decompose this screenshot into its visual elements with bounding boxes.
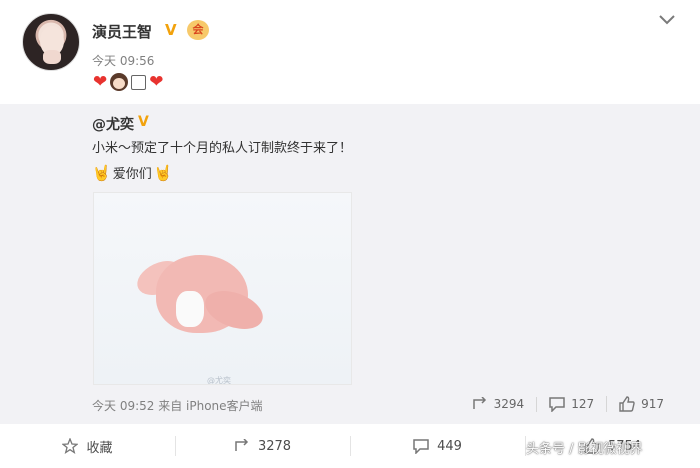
rock-hand-icon: 🤘 <box>153 163 173 182</box>
heart-icon: ❤ <box>149 72 164 92</box>
original-stats: 3294 127 917 <box>460 394 676 414</box>
repost-card: @尤奕 V 小米～预定了十个月的私人订制款终于来了！ 🤘 爱你们 🤘 @尤奕 今… <box>0 104 700 424</box>
repost-count: 3278 <box>257 438 292 454</box>
repost-icon <box>235 439 249 451</box>
chevron-down-icon[interactable] <box>658 12 676 26</box>
comment-count: 449 <box>437 438 462 454</box>
avatar[interactable] <box>22 13 80 71</box>
emoji-line: ❤ ❤ <box>93 72 164 92</box>
comment-button[interactable]: 449 <box>350 424 525 468</box>
heart-icon: ❤ <box>93 72 108 92</box>
original-comment-count: 127 <box>571 397 595 411</box>
original-text-line2: 🤘 爱你们 🤘 <box>92 163 173 183</box>
like-icon <box>619 396 635 412</box>
original-verified-badge: V <box>138 114 149 130</box>
repost-icon <box>472 397 486 409</box>
original-like-count: 917 <box>641 397 664 411</box>
post-photo[interactable]: @尤奕 <box>93 192 352 385</box>
comment-icon <box>413 438 429 454</box>
diaper <box>176 291 204 327</box>
source-watermark: 头条号 / 影视微视界 <box>526 442 643 457</box>
author-name[interactable]: 演员王智 <box>92 21 152 42</box>
original-text: 小米～预定了十个月的私人订制款终于来了！ <box>92 141 353 156</box>
vip-badge-icon[interactable]: 会 <box>187 20 209 40</box>
original-author[interactable]: @尤奕 <box>92 114 134 134</box>
favorite-button[interactable]: 收藏 <box>0 424 175 468</box>
original-text-line2-label: 爱你们 <box>112 167 152 182</box>
photo-watermark: @尤奕 <box>207 376 231 385</box>
rock-hand-icon: 🤘 <box>92 163 111 182</box>
avatar-hand <box>43 50 61 64</box>
original-meta[interactable]: 今天 09:52 来自 iPhone客户端 <box>92 397 263 414</box>
post-header: 演员王智 V 会 今天 09:56 ❤ ❤ <box>0 0 700 104</box>
post-time[interactable]: 今天 09:56 <box>92 52 154 69</box>
favorite-label: 收藏 <box>86 440 113 456</box>
star-icon <box>62 438 79 454</box>
comment-icon <box>549 396 565 412</box>
verified-badge: V <box>165 21 177 39</box>
original-comment-button[interactable]: 127 <box>536 396 606 412</box>
original-like-button[interactable]: 917 <box>606 396 676 412</box>
original-repost-count: 3294 <box>493 397 525 411</box>
original-repost-button[interactable]: 3294 <box>460 397 537 411</box>
girl-emoji-icon <box>110 73 129 91</box>
repost-button[interactable]: 3278 <box>175 424 350 468</box>
box-icon <box>131 74 147 90</box>
